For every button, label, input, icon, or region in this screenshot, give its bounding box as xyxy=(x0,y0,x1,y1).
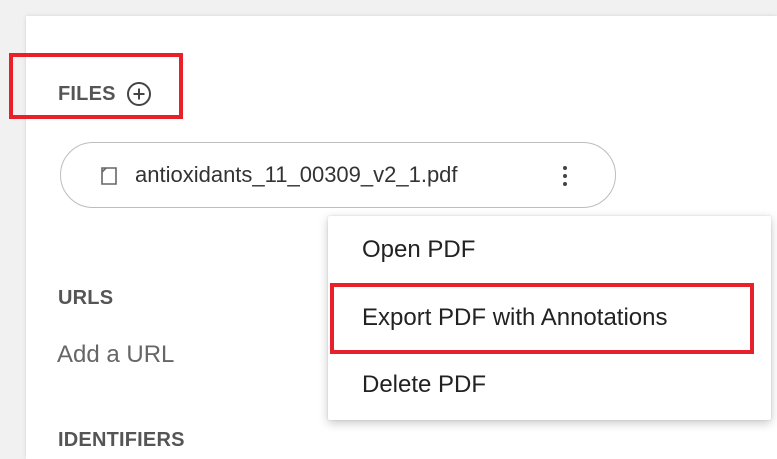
file-context-menu: Open PDF Export PDF with Annotations Del… xyxy=(328,216,771,420)
file-chip[interactable]: antioxidants_11_00309_v2_1.pdf xyxy=(60,142,616,208)
files-heading-label: FILES xyxy=(58,82,116,105)
file-name[interactable]: antioxidants_11_00309_v2_1.pdf xyxy=(135,162,458,188)
document-icon xyxy=(101,167,117,185)
menu-item-delete-pdf[interactable]: Delete PDF xyxy=(362,371,486,399)
urls-section-heading: URLS xyxy=(58,287,114,309)
menu-item-export-pdf-with-annotations[interactable]: Export PDF with Annotations xyxy=(362,304,667,332)
identifiers-section-heading: IDENTIFIERS xyxy=(58,429,185,451)
add-url-input[interactable]: Add a URL xyxy=(57,341,174,369)
plus-circle-icon[interactable] xyxy=(126,81,152,107)
kebab-menu-icon[interactable] xyxy=(553,162,577,190)
files-section-heading: FILES xyxy=(58,80,152,108)
menu-item-open-pdf[interactable]: Open PDF xyxy=(362,236,475,264)
